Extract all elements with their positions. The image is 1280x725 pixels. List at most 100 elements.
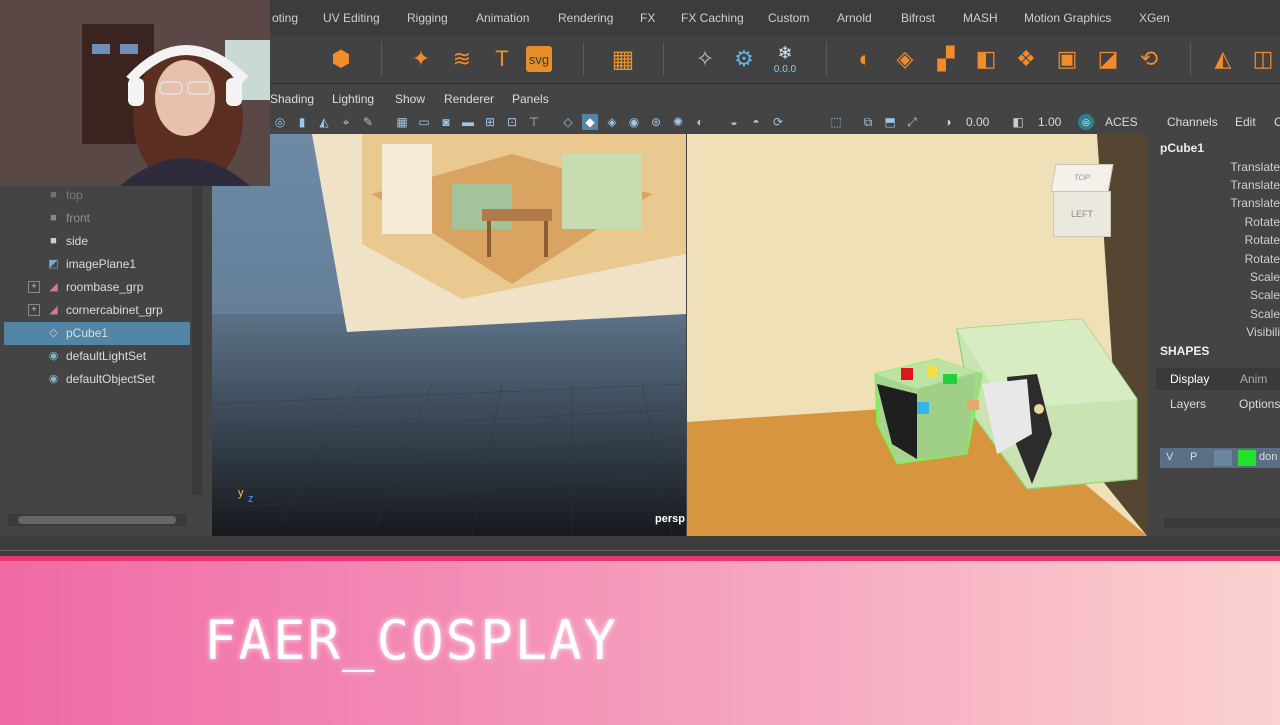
channels-tab[interactable]: Channels	[1167, 115, 1218, 129]
camera-select-icon[interactable]: ◎	[272, 114, 288, 130]
scrollbar-thumb[interactable]	[18, 516, 176, 524]
manipulator-scale-handle[interactable]	[967, 400, 979, 410]
extrude-icon[interactable]: ◫	[1246, 42, 1280, 76]
safe-title-icon[interactable]: ⊤	[526, 114, 542, 130]
frame-icon[interactable]: ⤢	[904, 114, 920, 130]
lights-icon[interactable]: ✺	[670, 114, 686, 130]
hud-icon[interactable]: ⬒	[882, 114, 898, 130]
sweep-icon[interactable]: ≋	[445, 42, 479, 76]
separate-icon[interactable]: ◪	[1091, 42, 1125, 76]
pivot-icon[interactable]: ✧	[688, 42, 722, 76]
outliner-item-defaultlightset[interactable]: ◉ defaultLightSet	[4, 345, 190, 368]
isolate-select-icon[interactable]: ⟳	[770, 114, 786, 130]
outliner-item-pcube1[interactable]: ◇ pCube1	[4, 322, 190, 345]
outliner-item-side[interactable]: ■ side	[4, 230, 190, 253]
display-layer-tab[interactable]: Display	[1170, 372, 1209, 386]
viewcube-top-face[interactable]: TOP	[1050, 164, 1114, 192]
tab-animation[interactable]: Animation	[476, 11, 529, 25]
display-layer-row[interactable]: V P don	[1160, 448, 1280, 468]
camera-attr-icon[interactable]: ⌖	[338, 114, 354, 130]
attr-rotate-z[interactable]: Rotate	[1245, 252, 1280, 266]
channel-horizontal-scrollbar[interactable]	[1164, 518, 1280, 528]
colorspace-field[interactable]: ACES 1.	[1105, 113, 1148, 147]
tab-fx-caching[interactable]: FX Caching	[681, 11, 744, 25]
tab-bifrost[interactable]: Bifrost	[901, 11, 935, 25]
wire-on-shaded-icon[interactable]: ⊛	[648, 114, 664, 130]
cube-icon[interactable]: ◧	[969, 42, 1003, 76]
outliner-item-imageplane1[interactable]: ◩ imagePlane1	[4, 253, 190, 276]
select-camera-icon[interactable]: ⬚	[828, 114, 844, 130]
expand-icon[interactable]: +	[28, 304, 40, 316]
manipulator-z-handle[interactable]	[943, 374, 957, 384]
default-material-icon[interactable]: ◈	[604, 114, 620, 130]
edit-tab[interactable]: Edit	[1235, 115, 1256, 129]
attr-visibility[interactable]: Visibili	[1246, 325, 1280, 339]
xray-joints-icon[interactable]: ◓	[748, 114, 764, 130]
bookmark-icon[interactable]: ▮	[294, 114, 310, 130]
exposure-icon[interactable]: ◑	[940, 114, 956, 130]
tab-mash[interactable]: MASH	[963, 11, 998, 25]
tab-sculpting[interactable]: oting	[272, 11, 298, 25]
layer-visibility-toggle[interactable]: V	[1166, 451, 1173, 463]
manipulator-y-handle[interactable]	[927, 366, 937, 378]
two-panel-icon[interactable]: ⧉	[860, 114, 876, 130]
image-plane-toggle-icon[interactable]: ◭	[316, 114, 332, 130]
tab-uv-editing[interactable]: UV Editing	[323, 11, 380, 25]
side-viewport[interactable]: TOP LEFT	[687, 134, 1147, 536]
svg-icon[interactable]: svg	[526, 46, 552, 72]
attr-translate-y[interactable]: Translate	[1230, 178, 1280, 192]
outliner-item-front[interactable]: ■ front	[4, 207, 190, 230]
polyhedron-icon[interactable]: ⬢	[324, 42, 358, 76]
connect-icon[interactable]: ⚙	[727, 42, 761, 76]
film-gate-icon[interactable]: ▭	[416, 114, 432, 130]
outliner-item-roombase-grp[interactable]: + ◢ roombase_grp	[4, 276, 190, 299]
boolean-icon[interactable]: ▞	[929, 42, 963, 76]
extract-icon[interactable]: ▣	[1050, 42, 1084, 76]
options-menu[interactable]: Options	[1239, 397, 1280, 411]
tab-motion-graphics[interactable]: Motion Graphics	[1024, 11, 1111, 25]
tab-rendering[interactable]: Rendering	[558, 11, 613, 25]
time-slider[interactable]	[0, 536, 1280, 558]
tab-xgen[interactable]: XGen	[1139, 11, 1170, 25]
layer-reference-toggle[interactable]	[1214, 450, 1232, 466]
xray-icon[interactable]: ◒	[726, 114, 742, 130]
mirror-icon[interactable]: ⟲	[1132, 42, 1166, 76]
manipulator-x-handle[interactable]	[901, 368, 913, 380]
outliner-item-defaultobjectset[interactable]: ◉ defaultObjectSet	[4, 368, 190, 391]
viewcube-left-face[interactable]: LEFT	[1053, 191, 1111, 237]
attr-rotate-y[interactable]: Rotate	[1245, 233, 1280, 247]
layers-icon[interactable]: ◈	[888, 42, 922, 76]
menu-panels[interactable]: Panels	[512, 92, 549, 106]
color-management-icon[interactable]: ◎	[1078, 114, 1094, 130]
attr-translate-z[interactable]: Translate	[1230, 196, 1280, 210]
textured-icon[interactable]: ◉	[626, 114, 642, 130]
attr-scale-y[interactable]: Scale	[1250, 288, 1280, 302]
field-chart-icon[interactable]: ⊞	[482, 114, 498, 130]
outliner-item-top[interactable]: ■ top	[4, 184, 190, 207]
gate-mask-icon[interactable]: ▬	[460, 114, 476, 130]
expand-icon[interactable]: +	[28, 281, 40, 293]
smooth-shade-icon[interactable]: ◆	[582, 114, 598, 130]
outliner-vertical-scrollbar[interactable]	[192, 183, 202, 495]
bevel-icon[interactable]: ◭	[1206, 42, 1240, 76]
orange-tool-icon[interactable]: ◐	[848, 42, 882, 76]
channel-tab-c[interactable]: C	[1274, 115, 1280, 129]
type-icon[interactable]: T	[485, 42, 519, 76]
menu-lighting[interactable]: Lighting	[332, 92, 374, 106]
gamma-icon[interactable]: ◧	[1010, 114, 1026, 130]
resolution-gate-icon[interactable]: ◙	[438, 114, 454, 130]
menu-shading[interactable]: Shading	[270, 92, 314, 106]
menu-renderer[interactable]: Renderer	[444, 92, 494, 106]
tab-custom[interactable]: Custom	[768, 11, 809, 25]
attr-rotate-x[interactable]: Rotate	[1245, 215, 1280, 229]
tab-rigging[interactable]: Rigging	[407, 11, 448, 25]
tab-fx[interactable]: FX	[640, 11, 655, 25]
wireframe-icon[interactable]: ◇	[560, 114, 576, 130]
exposure-value[interactable]: 0.00	[966, 113, 989, 131]
perspective-viewport[interactable]: y z persp	[212, 134, 686, 536]
tab-arnold[interactable]: Arnold	[837, 11, 872, 25]
menu-show[interactable]: Show	[395, 92, 425, 106]
sparkle-icon[interactable]: ✦	[404, 42, 438, 76]
anim-layer-tab[interactable]: Anim	[1240, 372, 1267, 386]
shadows-icon[interactable]: ◐	[692, 114, 708, 130]
